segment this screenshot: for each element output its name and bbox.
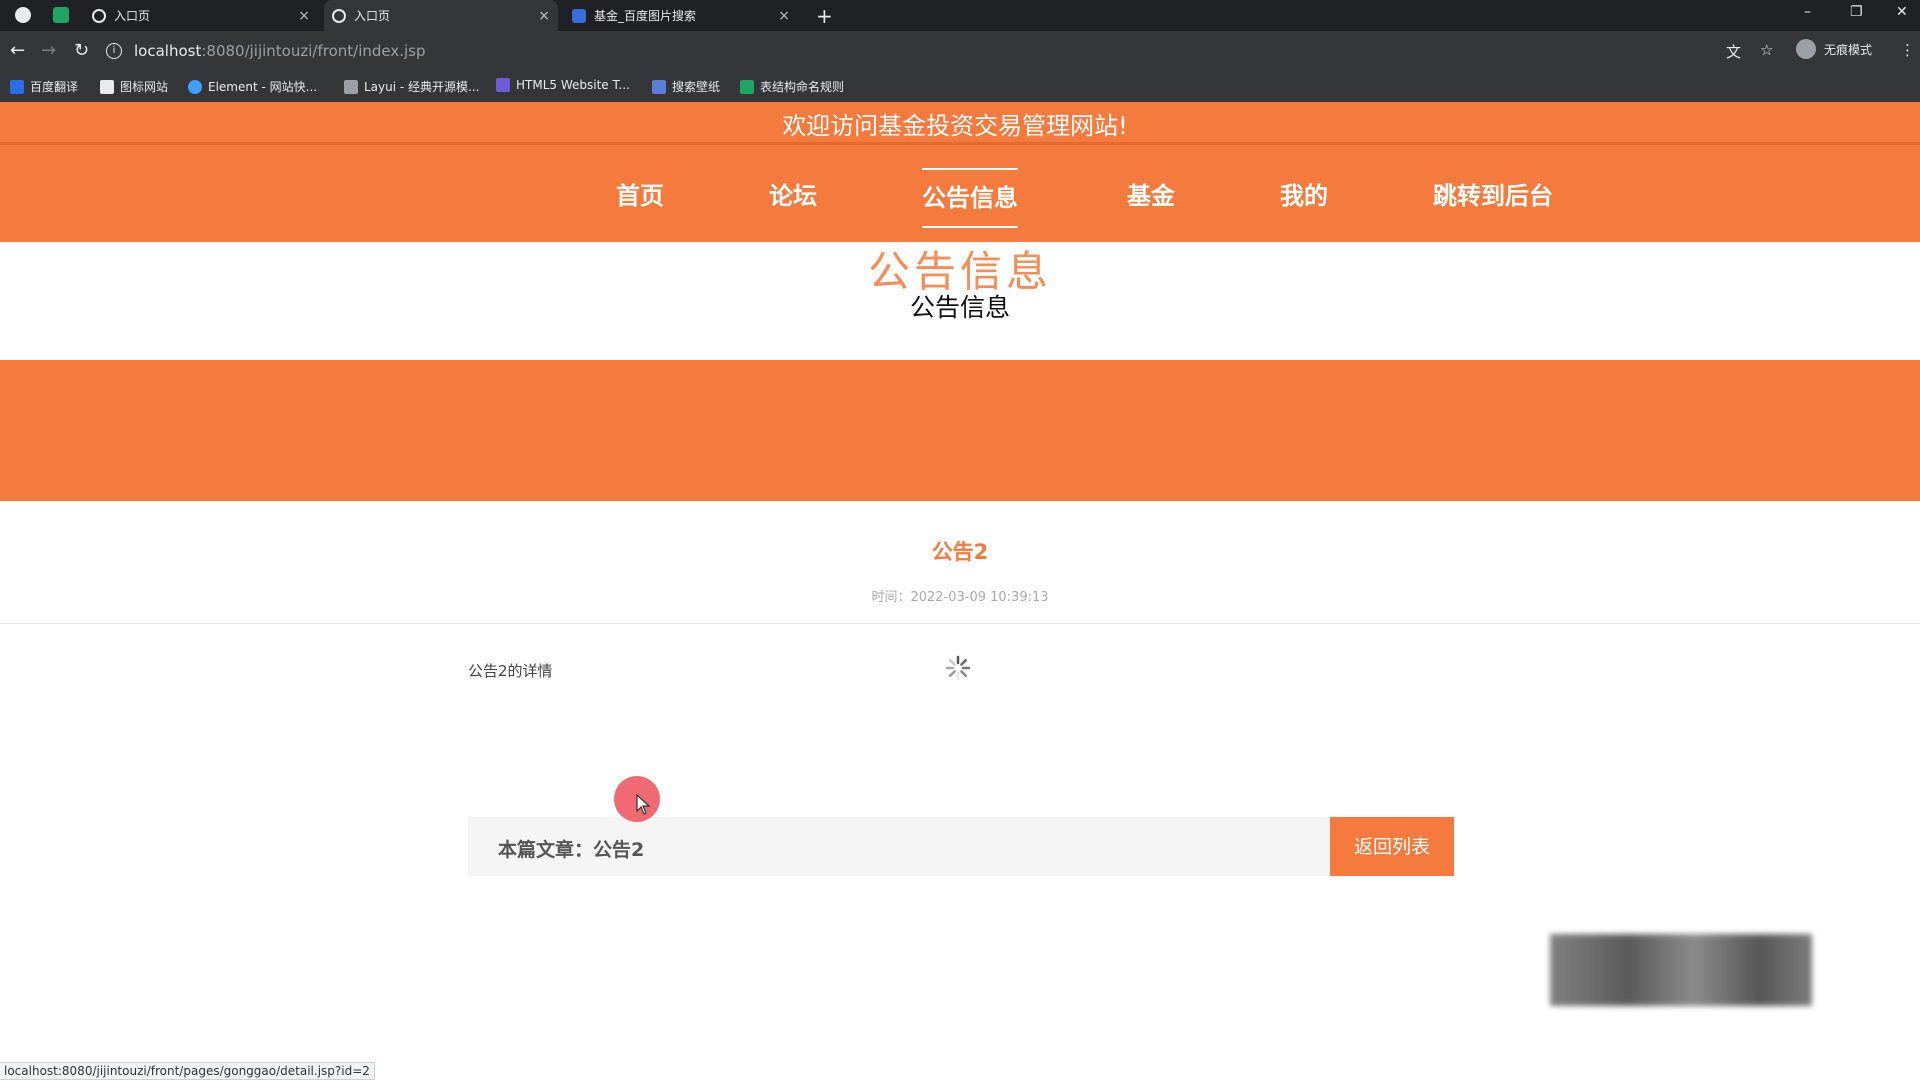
forward-arrow-icon[interactable]: → [41, 40, 56, 61]
globe-icon [92, 8, 106, 23]
browser-menu-icon[interactable] [15, 7, 31, 23]
window-close-icon[interactable]: ✕ [1896, 4, 1908, 20]
bookmark-label: 图标网站 [120, 80, 169, 94]
bookmark-label: HTML5 Website T... [516, 78, 630, 92]
tab-title: 基金_百度图片搜索 [594, 9, 697, 23]
site-info-icon[interactable]: i [106, 43, 122, 59]
bookmark-label: Layui - 经典开源模... [364, 80, 480, 94]
incognito-icon [1796, 39, 1816, 59]
bookmark-item[interactable]: 百度翻译 [10, 78, 78, 95]
url-field[interactable]: i localhost:8080/jijintouzi/front/index.… [106, 36, 1706, 66]
tab-close-icon[interactable]: × [538, 8, 550, 24]
bookmark-star-icon[interactable]: ☆ [1760, 41, 1773, 59]
article-divider [0, 623, 1920, 624]
bookmarks-bar: 百度翻译 图标网站 Element - 网站快... Layui - 经典开源模… [0, 71, 1920, 102]
article-time: 时间：2022-03-09 10:39:13 [871, 590, 1049, 605]
welcome-banner: 欢迎访问基金投资交易管理网站! [782, 112, 1128, 140]
bookmark-label: 百度翻译 [30, 80, 79, 94]
nav-item-funds[interactable]: 基金 [1127, 168, 1175, 224]
blurred-watermark [1550, 934, 1812, 1006]
section-title: 公告信息 [909, 293, 1010, 322]
site-header: 欢迎访问基金投资交易管理网站! 首页 论坛 公告信息 基金 我的 跳转到后台 [0, 102, 1920, 242]
tab-title: 入口页 [354, 9, 391, 23]
profile-label: 无痕模式 [1824, 42, 1873, 57]
bookmark-label: 表结构命名规则 [760, 80, 845, 94]
sheet-icon [740, 79, 754, 94]
browser-tab-bar: 入口页 × 入口页 × 基金_百度图片搜索 × + – ❐ ✕ [0, 0, 1920, 31]
current-article-label: 本篇文章：公告2 [498, 839, 645, 861]
bookmark-item[interactable]: Element - 网站快... [188, 78, 317, 95]
nav-item-admin[interactable]: 跳转到后台 [1433, 168, 1553, 224]
mouse-cursor-icon [636, 794, 651, 815]
url-host: localhost [134, 42, 202, 60]
main-nav: 首页 论坛 公告信息 基金 我的 跳转到后台 [0, 168, 1920, 228]
nav-item-announcements[interactable]: 公告信息 [922, 168, 1018, 228]
globe-icon [332, 8, 346, 23]
nav-item-forum[interactable]: 论坛 [769, 168, 817, 224]
restore-icon[interactable]: ❐ [1850, 4, 1863, 20]
tab-title: 入口页 [114, 9, 151, 23]
web-page: 欢迎访问基金投资交易管理网站! 首页 论坛 公告信息 基金 我的 跳转到后台 公… [0, 102, 1920, 1076]
wallpaper-icon [652, 79, 666, 94]
tab-close-icon[interactable]: × [298, 8, 310, 24]
bookmark-item[interactable]: 图标网站 [100, 78, 168, 95]
element-icon [188, 79, 202, 94]
baidu-paw-icon [572, 8, 586, 23]
flag-icon [100, 79, 114, 94]
bookmark-label: 搜索壁纸 [672, 80, 721, 94]
more-menu-icon[interactable]: ⋮ [1900, 41, 1915, 59]
back-to-list-button[interactable]: 返回列表 [1330, 817, 1454, 876]
new-tab-button[interactable]: + [816, 4, 833, 28]
sheets-tab-icon[interactable] [53, 7, 69, 23]
nav-item-mine[interactable]: 我的 [1280, 168, 1328, 224]
loading-spinner-icon [945, 655, 971, 681]
minimize-icon[interactable]: – [1804, 4, 1811, 20]
reload-icon[interactable]: ↻ [74, 40, 89, 61]
incognito-profile[interactable]: 无痕模式 [1796, 39, 1872, 59]
article-title: 公告2 [931, 540, 989, 564]
url-path: :8080/jijintouzi/front/index.jsp [201, 42, 426, 60]
orange-banner [0, 360, 1920, 501]
bookmark-item[interactable]: 表结构命名规则 [740, 78, 844, 95]
bookmark-item[interactable]: 搜索壁纸 [652, 78, 720, 95]
article-body: 公告2的详情 [468, 662, 553, 680]
translate-page-icon[interactable]: 文 [1726, 41, 1741, 62]
bookmark-item[interactable]: HTML5 Website T... [496, 78, 630, 92]
header-divider [0, 142, 1920, 145]
article-footer: 本篇文章：公告2 [468, 817, 1454, 876]
browser-tab-active[interactable]: 入口页 × [324, 0, 558, 31]
tab-close-icon[interactable]: × [778, 8, 790, 24]
browser-tab[interactable]: 基金_百度图片搜索 × [564, 0, 798, 31]
back-arrow-icon[interactable]: ← [10, 40, 25, 61]
nav-item-home[interactable]: 首页 [616, 168, 664, 224]
bookmark-label: Element - 网站快... [208, 80, 318, 94]
browser-tab[interactable]: 入口页 × [84, 0, 318, 31]
translate-icon [10, 79, 24, 94]
layui-icon [344, 79, 358, 94]
browser-address-bar: ← → ↻ i localhost:8080/jijintouzi/front/… [0, 31, 1920, 71]
bookmark-item[interactable]: Layui - 经典开源模... [344, 78, 479, 95]
html5-icon [496, 78, 510, 92]
link-status-bar: localhost:8080/jijintouzi/front/pages/go… [0, 1062, 375, 1080]
